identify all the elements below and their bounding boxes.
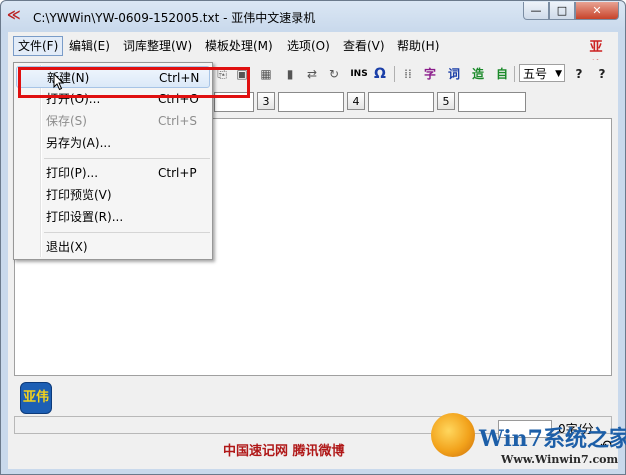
toolbar-separator <box>514 66 515 82</box>
char-ci-button[interactable]: 词 <box>446 65 462 83</box>
close-button[interactable]: ✕ <box>575 2 619 20</box>
footer-links[interactable]: 中国速记网 腾讯微博 <box>223 440 345 459</box>
yawei-logo-icon: 亚伟 <box>589 40 603 75</box>
char-zi2-button[interactable]: 自 <box>494 65 510 83</box>
menu-item-print-preview[interactable]: 打印预览(V) <box>16 184 210 206</box>
ins-button[interactable]: INS <box>348 65 370 83</box>
menu-item-label: 打印设置(R)... <box>46 210 124 224</box>
minimize-button[interactable]: — <box>523 2 549 20</box>
menu-item-exit[interactable]: 退出(X) <box>16 236 210 258</box>
omega-icon[interactable]: Ω <box>372 65 388 83</box>
slot-button-5[interactable]: 5 <box>437 92 455 110</box>
slot-button-3[interactable]: 3 <box>257 92 275 110</box>
app-icon[interactable]: ≪ <box>7 9 27 23</box>
menu-edit[interactable]: 编辑(E) <box>65 37 114 55</box>
menu-item-label: 保存(S) <box>46 114 87 128</box>
slot-button-4[interactable]: 4 <box>347 92 365 110</box>
menu-file[interactable]: 文件(F) <box>13 36 64 56</box>
input-field-3[interactable] <box>278 92 344 112</box>
yawei-logo-icon[interactable]: 亚伟 <box>20 382 52 414</box>
title-bar[interactable]: ≪ C:\YWWin\YW-0609-152005.txt - 亚伟中文速录机 … <box>1 1 625 31</box>
context-help-icon[interactable]: ? <box>594 65 610 83</box>
document-icon[interactable]: ▮ <box>282 65 298 83</box>
menu-item-label: 另存为(A)... <box>46 136 112 150</box>
menu-item-save[interactable]: 保存(S) Ctrl+S <box>16 110 210 132</box>
input-field-4[interactable] <box>368 92 434 112</box>
menu-separator <box>44 158 210 159</box>
menu-item-shortcut: Ctrl+S <box>158 114 198 128</box>
menu-item-shortcut: Ctrl+P <box>158 166 197 180</box>
chevron-down-icon: ▼ <box>555 69 562 79</box>
menu-dictionary[interactable]: 词库整理(W) <box>119 37 196 55</box>
menu-item-print-setup[interactable]: 打印设置(R)... <box>16 206 210 228</box>
watermark-text: Win7系统之家 <box>479 426 626 452</box>
replace-icon[interactable]: ⇄ <box>304 65 320 83</box>
window-controls: — □ ✕ <box>523 2 619 22</box>
help-icon[interactable]: ? <box>572 65 586 83</box>
font-size-select[interactable]: 五号 ▼ <box>519 64 565 82</box>
maximize-button[interactable]: □ <box>549 2 575 20</box>
watermark: Win7系统之家 Www.Winwin7.com <box>431 413 626 473</box>
menu-view[interactable]: 查看(V) <box>339 37 389 55</box>
menu-separator <box>44 232 210 233</box>
char-zi-button[interactable]: 字 <box>422 65 438 83</box>
input-field-5[interactable] <box>458 92 526 112</box>
watermark-url: Www.Winwin7.com <box>501 453 619 466</box>
char-zao-button[interactable]: 造 <box>470 65 486 83</box>
menu-item-save-as[interactable]: 另存为(A)... <box>16 132 210 154</box>
refresh-icon[interactable]: ↻ <box>326 65 342 83</box>
toolbar-separator <box>394 66 395 82</box>
menu-template[interactable]: 模板处理(M) <box>201 37 277 55</box>
menu-item-label: 退出(X) <box>46 240 88 254</box>
paste-special-icon[interactable]: ▦ <box>258 65 274 83</box>
font-size-value: 五号 <box>523 67 548 81</box>
menu-bar: 文件(F) 编辑(E) 词库整理(W) 模板处理(M) 选项(O) 查看(V) … <box>8 32 618 75</box>
menu-options[interactable]: 选项(O) <box>283 37 334 55</box>
menu-item-label: 打印预览(V) <box>46 188 112 202</box>
windows-logo-icon <box>431 413 475 457</box>
app-window: ≪ C:\YWWin\YW-0609-152005.txt - 亚伟中文速录机 … <box>0 0 626 475</box>
menu-item-print[interactable]: 打印(P)... Ctrl+P <box>16 162 210 184</box>
menu-item-label: 打印(P)... <box>46 166 99 180</box>
menu-help[interactable]: 帮助(H) <box>393 37 443 55</box>
window-title: C:\YWWin\YW-0609-152005.txt - 亚伟中文速录机 <box>33 11 316 25</box>
grid-icon[interactable]: ⁞⁞ <box>400 65 416 83</box>
mouse-cursor-icon <box>53 73 65 91</box>
